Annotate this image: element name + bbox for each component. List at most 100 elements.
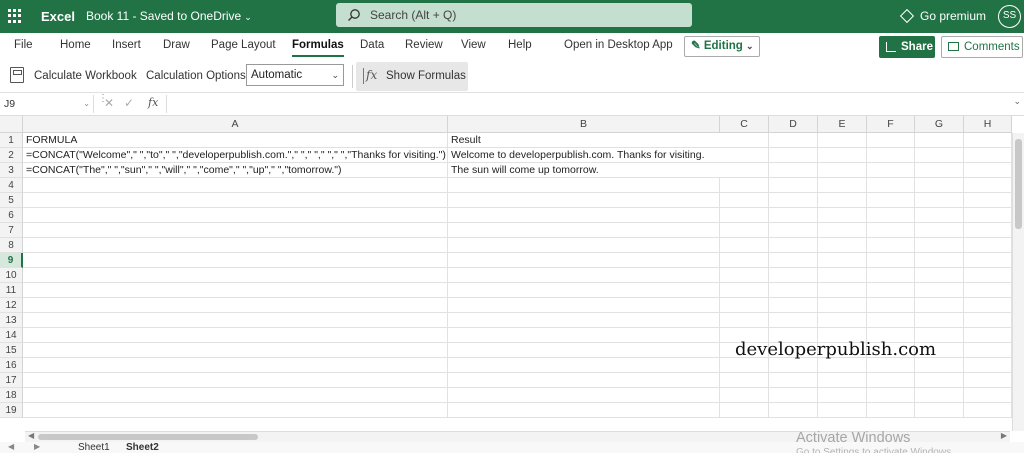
cell-a6[interactable]	[23, 208, 448, 223]
cell-c6[interactable]	[720, 208, 769, 223]
cell-g6[interactable]	[915, 208, 964, 223]
cell-h16[interactable]	[964, 358, 1012, 373]
cell-f8[interactable]	[867, 238, 915, 253]
avatar[interactable]: SS	[998, 5, 1021, 28]
cell-e3[interactable]	[818, 163, 867, 178]
cell-b14[interactable]	[448, 328, 720, 343]
row-header[interactable]: 14	[0, 328, 23, 343]
cell-e5[interactable]	[818, 193, 867, 208]
cell-h11[interactable]	[964, 283, 1012, 298]
show-formulas-button[interactable]: fx Show Formulas	[356, 62, 468, 91]
cell-h4[interactable]	[964, 178, 1012, 193]
calculation-options-dropdown[interactable]: Automatic ⌄	[246, 64, 344, 86]
row-header[interactable]: 2	[0, 148, 23, 163]
scroll-left-icon[interactable]: ◀	[28, 431, 34, 440]
cell-e19[interactable]	[818, 403, 867, 418]
search-box[interactable]: Search (Alt + Q)	[336, 3, 692, 27]
cell-f2[interactable]	[867, 148, 915, 163]
cell-a5[interactable]	[23, 193, 448, 208]
cell-e16[interactable]	[818, 358, 867, 373]
cell-d6[interactable]	[769, 208, 818, 223]
column-header-a[interactable]: A	[23, 116, 448, 133]
column-header-c[interactable]: C	[720, 116, 769, 133]
cell-h1[interactable]	[964, 133, 1012, 148]
open-in-desktop-app[interactable]: Open in Desktop App	[564, 39, 673, 51]
cell-d17[interactable]	[769, 373, 818, 388]
cell-a19[interactable]	[23, 403, 448, 418]
vertical-scroll-thumb[interactable]	[1015, 139, 1022, 229]
cell-h8[interactable]	[964, 238, 1012, 253]
row-header[interactable]: 12	[0, 298, 23, 313]
cell-f12[interactable]	[867, 298, 915, 313]
row-header[interactable]: 7	[0, 223, 23, 238]
cell-g10[interactable]	[915, 268, 964, 283]
cell-d16[interactable]	[769, 358, 818, 373]
cell-c3[interactable]	[720, 163, 769, 178]
cell-a11[interactable]	[23, 283, 448, 298]
cell-g11[interactable]	[915, 283, 964, 298]
cell-b19[interactable]	[448, 403, 720, 418]
cell-c18[interactable]	[720, 388, 769, 403]
cell-g4[interactable]	[915, 178, 964, 193]
cell-d10[interactable]	[769, 268, 818, 283]
cell-f17[interactable]	[867, 373, 915, 388]
cell-c5[interactable]	[720, 193, 769, 208]
cell-e4[interactable]	[818, 178, 867, 193]
cell-b2[interactable]: Welcome to developerpublish.com. Thanks …	[448, 148, 720, 163]
next-sheet-icon[interactable]: ▶	[34, 442, 40, 451]
cell-f3[interactable]	[867, 163, 915, 178]
app-launcher-icon[interactable]	[8, 9, 22, 23]
cell-f5[interactable]	[867, 193, 915, 208]
cell-f13[interactable]	[867, 313, 915, 328]
cell-f9[interactable]	[867, 253, 915, 268]
column-header-b[interactable]: B	[448, 116, 720, 133]
column-header-d[interactable]: D	[769, 116, 818, 133]
cell-e17[interactable]	[818, 373, 867, 388]
cell-b10[interactable]	[448, 268, 720, 283]
cell-a1[interactable]: FORMULA	[23, 133, 448, 148]
cell-b11[interactable]	[448, 283, 720, 298]
name-box[interactable]: J9 ⌄	[0, 95, 94, 113]
cell-c2[interactable]	[720, 148, 769, 163]
column-header-g[interactable]: G	[915, 116, 964, 133]
cell-b6[interactable]	[448, 208, 720, 223]
cell-c1[interactable]	[720, 133, 769, 148]
row-header[interactable]: 15	[0, 343, 23, 358]
cell-f4[interactable]	[867, 178, 915, 193]
row-header[interactable]: 16	[0, 358, 23, 373]
cell-c7[interactable]	[720, 223, 769, 238]
row-header[interactable]: 4	[0, 178, 23, 193]
tab-draw[interactable]: Draw	[163, 39, 190, 51]
row-header[interactable]: 1	[0, 133, 23, 148]
cell-g8[interactable]	[915, 238, 964, 253]
cell-a16[interactable]	[23, 358, 448, 373]
previous-sheet-icon[interactable]: ◀	[8, 442, 14, 451]
cell-h10[interactable]	[964, 268, 1012, 283]
comments-button[interactable]: Comments	[941, 36, 1023, 58]
cell-d9[interactable]	[769, 253, 818, 268]
cell-h17[interactable]	[964, 373, 1012, 388]
cell-h18[interactable]	[964, 388, 1012, 403]
cell-b4[interactable]	[448, 178, 720, 193]
tab-file[interactable]: File	[14, 39, 33, 51]
cell-c12[interactable]	[720, 298, 769, 313]
cell-f18[interactable]	[867, 388, 915, 403]
cell-h3[interactable]	[964, 163, 1012, 178]
select-all-corner[interactable]	[0, 116, 23, 133]
cell-d8[interactable]	[769, 238, 818, 253]
row-header[interactable]: 5	[0, 193, 23, 208]
cell-e12[interactable]	[818, 298, 867, 313]
scroll-right-icon[interactable]: ▶	[1001, 431, 1007, 440]
cell-c16[interactable]	[720, 358, 769, 373]
horizontal-scroll-thumb[interactable]	[38, 434, 258, 440]
formula-input[interactable]	[166, 95, 1012, 113]
cell-a18[interactable]	[23, 388, 448, 403]
column-header-f[interactable]: F	[867, 116, 915, 133]
cell-h6[interactable]	[964, 208, 1012, 223]
cell-a13[interactable]	[23, 313, 448, 328]
cell-f6[interactable]	[867, 208, 915, 223]
cell-f10[interactable]	[867, 268, 915, 283]
cell-b9[interactable]	[448, 253, 720, 268]
cell-a2[interactable]: =CONCAT("Welcome"," ","to"," ","develope…	[23, 148, 448, 163]
sheet-tab-sheet2[interactable]: Sheet2	[126, 442, 159, 453]
